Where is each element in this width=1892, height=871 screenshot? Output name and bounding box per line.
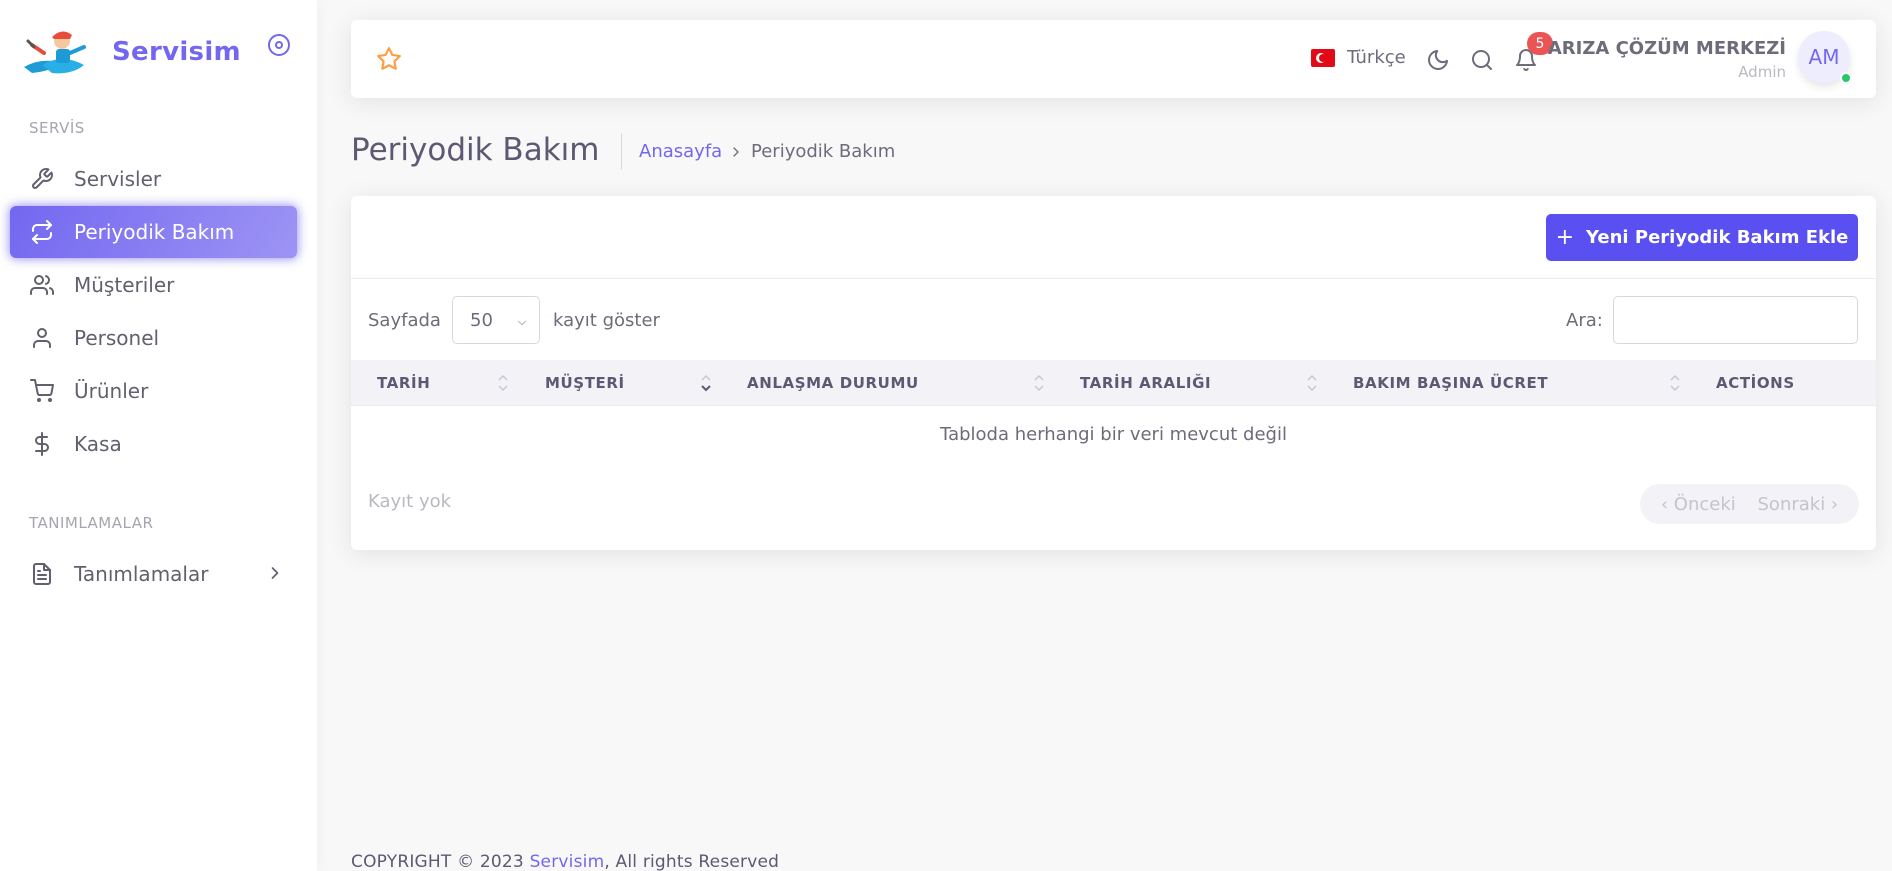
sort-icon [498, 374, 508, 392]
language-label: Türkçe [1347, 47, 1406, 68]
star-icon[interactable] [376, 46, 402, 76]
sidebar-item-label: Ürünler [74, 379, 149, 403]
pagination: ‹ Önceki Sonraki › [1640, 484, 1859, 524]
online-status-dot [1840, 72, 1852, 84]
repeat-icon [29, 219, 55, 245]
sidebar-item-label: Servisler [74, 167, 162, 191]
column-header-actions: ACTİONS [1716, 360, 1795, 406]
sidebar-item-urunler[interactable]: Ürünler [10, 365, 297, 417]
language-selector[interactable]: Türkçe [1311, 47, 1406, 68]
previous-page-label: Önceki [1673, 493, 1736, 515]
nav-header-servis: SERVİS [29, 119, 85, 137]
column-header-bakim-basina-ucret[interactable]: BAKIM BAŞINA ÜCRET [1353, 360, 1548, 406]
table-info-text: Kayıt yok [368, 491, 452, 512]
column-header-tarih[interactable]: TARİH [377, 360, 430, 406]
column-header-label: TARİH ARALIĞI [1080, 374, 1212, 392]
chevron-down-icon [515, 314, 529, 335]
sidebar-item-label: Kasa [74, 432, 122, 456]
top-navbar: Türkçe 5 ARIZA ÇÖZÜM MERKEZİ Admin AM [351, 20, 1876, 98]
brand[interactable]: Servisim [22, 27, 241, 77]
brand-logo-icon [24, 31, 86, 74]
sidebar-item-periyodik-bakim[interactable]: Periyodik Bakım [10, 206, 297, 258]
sidebar-item-kasa[interactable]: Kasa [10, 418, 297, 470]
brand-name: Servisim [112, 37, 241, 67]
users-icon [29, 272, 55, 298]
length-suffix-label: kayıt göster [553, 310, 660, 331]
footer-brand-link[interactable]: Servisim [530, 852, 605, 871]
table-header-row: TARİH MÜŞTERİ ANLAŞMA DURUMU TARİH ARALI… [351, 360, 1876, 406]
column-header-label: ANLAŞMA DURUMU [747, 374, 919, 392]
previous-page-button[interactable]: ‹ Önceki [1661, 494, 1736, 515]
column-header-label: BAKIM BAŞINA ÜCRET [1353, 374, 1549, 392]
column-header-label: ACTİONS [1716, 374, 1795, 392]
column-header-anlasma-durumu[interactable]: ANLAŞMA DURUMU [747, 360, 919, 406]
card-divider [351, 278, 1876, 279]
next-page-label: Sonraki [1757, 493, 1826, 515]
breadcrumb-chevron-icon [728, 141, 744, 165]
user-role: Admin [1738, 63, 1786, 81]
sort-desc-icon [701, 374, 711, 392]
page-title: Periyodik Bakım [351, 132, 600, 168]
sidebar-toggle-button[interactable] [266, 32, 292, 58]
moon-icon[interactable] [1425, 47, 1451, 73]
column-header-label: MÜŞTERİ [545, 374, 625, 392]
sort-icon [1034, 374, 1044, 392]
breadcrumb-home-link[interactable]: Anasayfa [639, 141, 722, 162]
wrench-icon [29, 166, 55, 192]
sidebar-item-servisler[interactable]: Servisler [10, 153, 297, 205]
file-text-icon [29, 561, 55, 587]
sort-icon [1670, 374, 1680, 392]
add-button-label: Yeni Periyodik Bakım Ekle [1586, 227, 1849, 248]
sidebar-item-label: Tanımlamalar [74, 562, 209, 586]
column-header-musteri[interactable]: MÜŞTERİ [545, 360, 625, 406]
maintenance-table-card: + Yeni Periyodik Bakım Ekle Sayfada 50 k… [351, 196, 1876, 550]
column-header-label: TARİH [377, 374, 431, 392]
turkey-flag-icon [1311, 48, 1335, 67]
sidebar: Servisim SERVİS Servisler Periyodik Bakı… [0, 0, 317, 871]
search-label: Ara: [1566, 310, 1603, 331]
dollar-icon [29, 431, 55, 457]
disc-icon [268, 34, 290, 56]
nav-header-tanimlamalar: TANIMLAMALAR [29, 514, 154, 532]
add-periodic-maintenance-button[interactable]: + Yeni Periyodik Bakım Ekle [1546, 214, 1858, 261]
sidebar-item-tanimlamalar[interactable]: Tanımlamalar [10, 548, 297, 600]
chevron-right-icon [265, 563, 285, 588]
page-length-select[interactable]: 50 [452, 296, 540, 344]
page-length-value: 50 [470, 309, 493, 331]
column-header-tarih-araligi[interactable]: TARİH ARALIĞI [1080, 360, 1211, 406]
breadcrumb-current: Periyodik Bakım [751, 141, 896, 162]
cart-icon [29, 378, 55, 404]
user-name: ARIZA ÇÖZÜM MERKEZİ [1547, 38, 1786, 59]
sidebar-item-label: Personel [74, 326, 160, 350]
table-search-input[interactable] [1613, 296, 1858, 344]
sidebar-item-personel[interactable]: Personel [10, 312, 297, 364]
sort-icon [1307, 374, 1317, 392]
title-divider [621, 133, 622, 170]
footer: COPYRIGHT © 2023 Servisim, All rights Re… [351, 852, 779, 871]
user-icon [29, 325, 55, 351]
search-icon[interactable] [1469, 47, 1495, 73]
next-page-button[interactable]: Sonraki › [1758, 494, 1839, 515]
sidebar-item-musteriler[interactable]: Müşteriler [10, 259, 297, 311]
plus-icon: + [1555, 225, 1575, 250]
footer-copyright: COPYRIGHT © 2023 [351, 852, 530, 871]
length-prefix-label: Sayfada [368, 310, 441, 331]
empty-table-message: Tabloda herhangi bir veri mevcut değil [940, 424, 1287, 445]
footer-rights: , All rights Reserved [604, 852, 780, 871]
sidebar-item-label: Periyodik Bakım [74, 220, 235, 244]
sidebar-item-label: Müşteriler [74, 273, 175, 297]
